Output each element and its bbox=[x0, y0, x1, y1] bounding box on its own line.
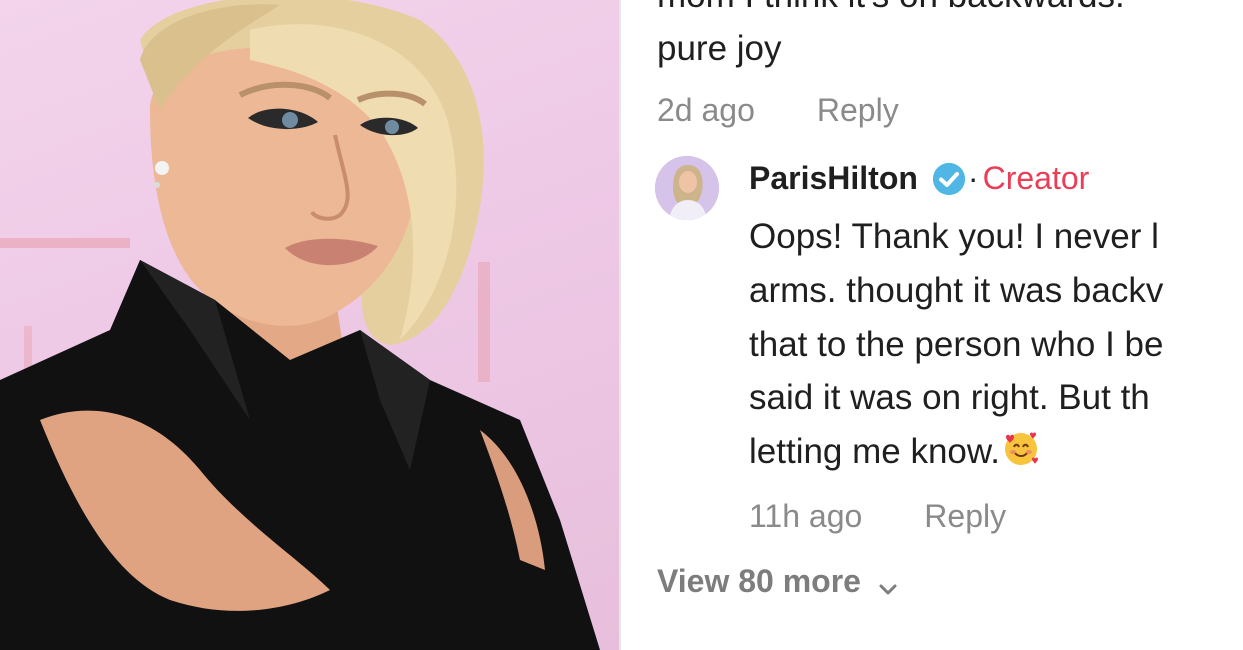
comment-cut-off-line: mom I think it's on backwards. bbox=[657, 0, 1125, 16]
portrait-illustration bbox=[0, 0, 600, 650]
reply-header: ParisHilton · Creator bbox=[749, 160, 1089, 197]
reply-text-line: said it was on right. But th bbox=[749, 378, 1150, 418]
username[interactable]: ParisHilton bbox=[749, 160, 918, 197]
reply-button[interactable]: Reply bbox=[924, 498, 1006, 535]
verified-badge-icon bbox=[932, 162, 966, 196]
reply-text-last-line: letting me know. bbox=[749, 425, 1163, 479]
avatar-image bbox=[655, 156, 719, 220]
separator-dot: · bbox=[967, 160, 979, 196]
reply-timestamp: 11h ago bbox=[749, 498, 863, 534]
reply-body: Oops! Thank you! I never l arms. thought… bbox=[749, 210, 1163, 479]
comment-timestamp: 2d ago bbox=[657, 92, 755, 128]
comment-meta: 2d ago Reply bbox=[657, 92, 899, 129]
reply-button[interactable]: Reply bbox=[817, 92, 899, 129]
reply-text-line: arms. thought it was backv bbox=[749, 270, 1164, 310]
reply-text-line: Oops! Thank you! I never l bbox=[749, 217, 1159, 256]
creator-badge: Creator bbox=[982, 160, 1090, 196]
reply-text-line: that to the person who I be bbox=[749, 324, 1164, 364]
reply-text-line: letting me know. bbox=[749, 432, 1000, 472]
avatar[interactable] bbox=[655, 156, 719, 220]
chevron-down-icon bbox=[877, 571, 899, 594]
view-more-label: View 80 more bbox=[657, 563, 861, 599]
view-more-replies-button[interactable]: View 80 more bbox=[657, 563, 899, 600]
smiling-face-with-hearts-icon bbox=[1002, 429, 1040, 467]
reply-meta: 11h ago Reply bbox=[749, 498, 1006, 535]
screenshot-page: mom I think it's on backwards. pure joy … bbox=[0, 0, 1243, 650]
comment-thread: mom I think it's on backwards. pure joy … bbox=[621, 0, 1243, 650]
portrait-photo bbox=[0, 0, 619, 650]
comment-text-line: pure joy bbox=[657, 29, 782, 68]
